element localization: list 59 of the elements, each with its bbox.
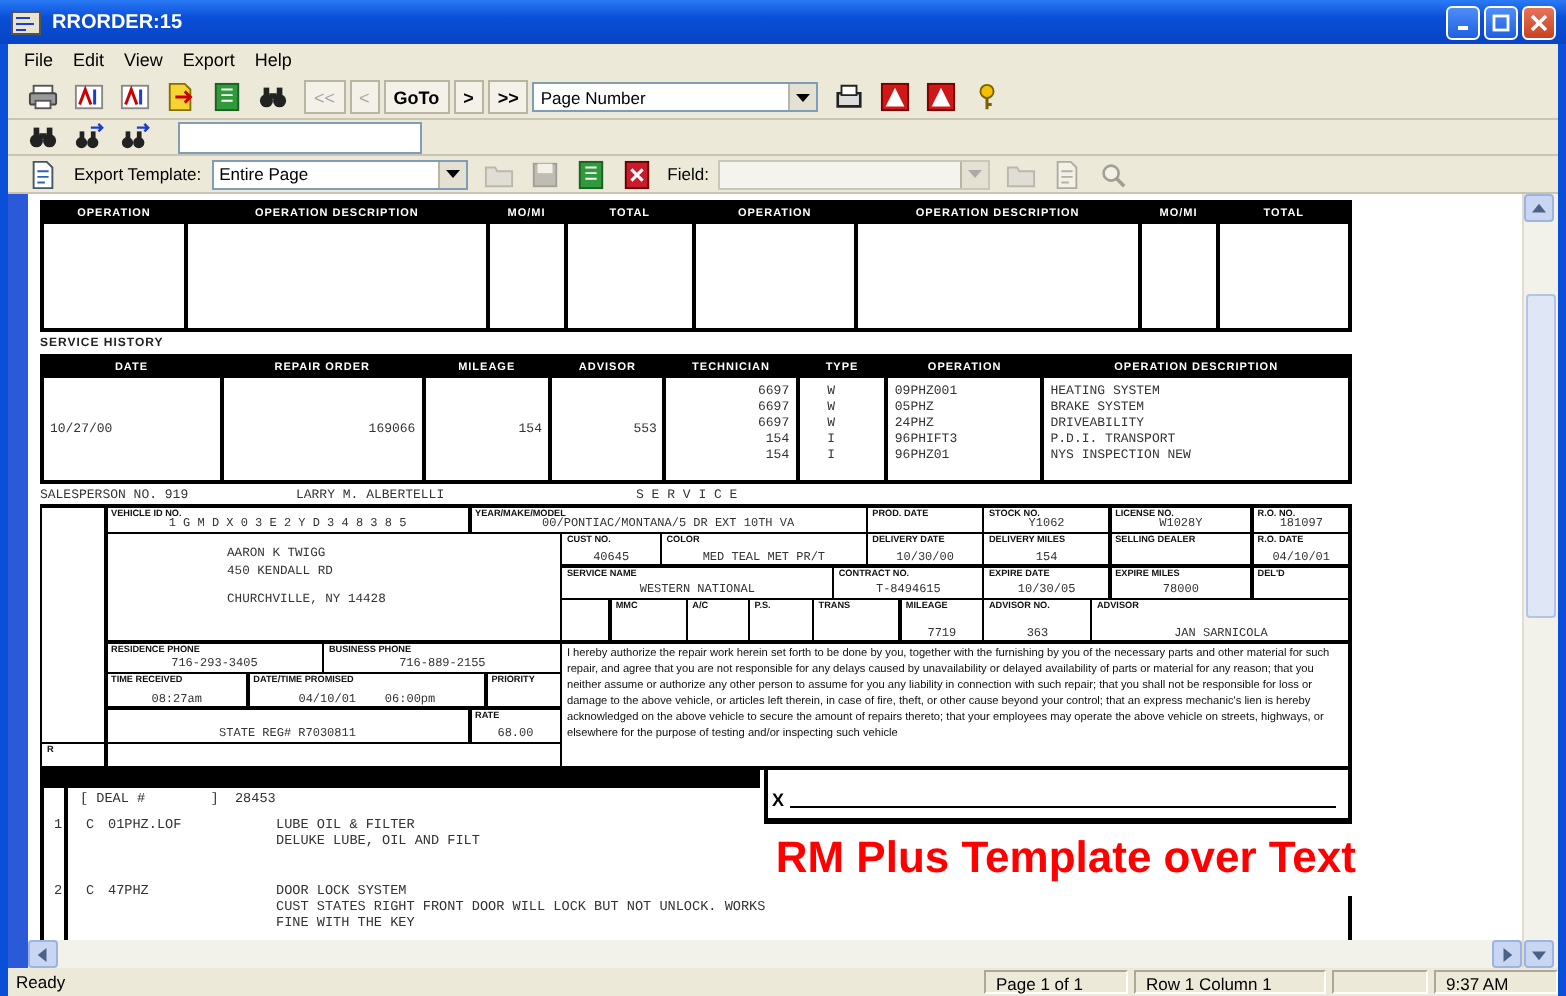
caption-text: RM Plus Template over Text — [775, 831, 1356, 883]
signature-mark: X — [771, 791, 784, 809]
arrow-icon — [35, 947, 50, 961]
binoculars-arrow-icon[interactable] — [74, 122, 104, 152]
arrow-icon — [1532, 947, 1547, 961]
clock-time: 9:37 AM — [1434, 970, 1558, 994]
text-style-icon[interactable] — [74, 82, 104, 112]
page-icon[interactable] — [28, 159, 58, 189]
spreadsheet-icon[interactable] — [212, 82, 242, 112]
template-select[interactable]: Entire Page — [211, 159, 468, 189]
binoculars-icon[interactable] — [258, 82, 288, 112]
triangle-sheet-icon[interactable] — [926, 82, 957, 112]
status-message: Ready — [14, 970, 68, 994]
window-title: RRORDER:15 — [52, 11, 185, 33]
tray-icon[interactable] — [834, 82, 865, 112]
menu-item[interactable]: Help — [246, 48, 300, 72]
caret-icon — [796, 93, 811, 101]
caret-icon — [968, 170, 983, 178]
scroll-right-button[interactable] — [1492, 940, 1523, 968]
scroll-left-button[interactable] — [27, 940, 58, 968]
page-indicator: Page 1 of 1 — [984, 970, 1128, 994]
search-field[interactable] — [178, 121, 422, 153]
close-icon — [1530, 13, 1548, 31]
table-cell — [1141, 224, 1216, 328]
nav-button[interactable]: GoTo — [383, 80, 450, 114]
menu-item[interactable]: File — [16, 48, 62, 72]
menu-item[interactable]: Edit — [65, 48, 113, 72]
page-select[interactable]: Page Number — [532, 82, 819, 112]
nav-button[interactable]: > — [453, 80, 484, 114]
table-cell — [567, 224, 692, 328]
app-icon — [10, 8, 42, 36]
arrow-icon — [1532, 201, 1547, 215]
cross-sheet-icon[interactable] — [621, 159, 652, 189]
binoculars-icon[interactable] — [28, 122, 58, 152]
field-label: Field: — [667, 164, 709, 184]
maximize-icon — [1492, 13, 1510, 31]
minimize-button[interactable] — [1446, 5, 1480, 39]
scroll-down-button[interactable] — [1524, 940, 1555, 968]
table-cell — [489, 224, 564, 328]
close-button[interactable] — [1522, 5, 1556, 39]
cursor-position: Row 1 Column 1 — [1134, 970, 1326, 994]
menu-item[interactable]: View — [116, 48, 171, 72]
nav-button[interactable]: >> — [487, 80, 529, 114]
arrow-icon — [1500, 947, 1515, 961]
template-label: Export Template: — [74, 164, 202, 184]
status-panel — [1332, 970, 1428, 994]
spreadsheet-icon[interactable] — [575, 159, 606, 189]
binoculars-arrow-icon[interactable] — [120, 122, 150, 152]
table-cell — [43, 224, 184, 328]
print-icon[interactable] — [28, 82, 58, 112]
document-arrow-icon[interactable] — [166, 82, 196, 112]
text-style-icon[interactable] — [120, 82, 150, 112]
caret-icon — [445, 170, 460, 178]
table-cell — [1219, 224, 1348, 328]
scroll-up-button[interactable] — [1524, 194, 1555, 222]
menu-item[interactable]: Export — [174, 48, 243, 72]
scrollbar-thumb[interactable] — [1526, 294, 1556, 618]
maximize-button[interactable] — [1484, 5, 1518, 39]
triangle-sheet-icon[interactable] — [880, 82, 911, 112]
